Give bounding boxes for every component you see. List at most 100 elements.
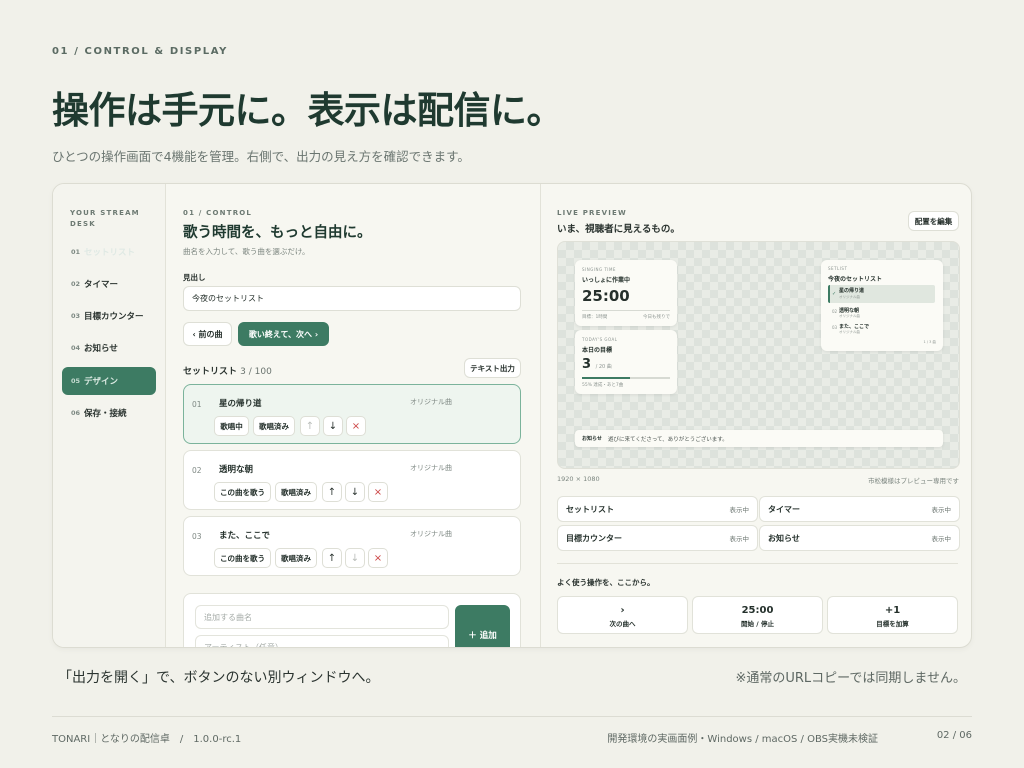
song-card[interactable]: 03 また、ここで オリジナル曲 この曲を歌う 歌唱済み ↑ ↓ × xyxy=(183,516,521,576)
sidebar-item-setlist[interactable]: 01 セットリスト xyxy=(62,238,156,266)
setlist-row-marker: 02 xyxy=(832,309,838,314)
slide-headline: 操作は手元に。表示は配信に。 xyxy=(52,89,564,132)
add-song-panel: 追加する曲名 アーティスト（任意） ＋ 追加 xyxy=(183,593,521,647)
quick-caption: 目標を加算 xyxy=(876,620,909,628)
delete-icon[interactable]: × xyxy=(368,548,388,568)
goal-widget-kicker: TODAY'S GOAL xyxy=(582,337,618,342)
sidebar-item-label: タイマー xyxy=(84,280,119,290)
goal-widget: TODAY'S GOAL 本日の目標 3 / 20 曲 55% 達成・あと7曲 xyxy=(575,330,677,394)
preview-kicker: LIVE PREVIEW xyxy=(557,209,627,217)
setlist-song-1-sub: オリジナル曲 xyxy=(839,295,860,299)
preview-note: 市松模様はプレビュー専用です xyxy=(868,477,959,485)
page-number: 02 / 06 xyxy=(936,730,972,741)
sidebar-item-goal-counter[interactable]: 03 目標カウンター xyxy=(62,302,156,330)
artist-input[interactable]: アーティスト（任意） xyxy=(195,635,449,647)
goal-progress-fill xyxy=(582,377,631,379)
control-kicker: 01 / CONTROL xyxy=(183,209,253,217)
goal-value-row: 3 / 20 曲 xyxy=(582,357,612,372)
singing-button[interactable]: 歌唱中 xyxy=(214,416,249,436)
timer-value: 25:00 xyxy=(582,287,630,305)
delete-icon[interactable]: × xyxy=(346,416,366,436)
setlist-current-marker: ✓ xyxy=(832,291,837,297)
setlist-widget-footer: 1 / 3 曲 xyxy=(923,340,936,344)
status-label: 目標カウンター xyxy=(566,533,622,543)
quick-goal-add-button[interactable]: +1 目標を加算 xyxy=(827,596,958,634)
status-state: 表示中 xyxy=(931,535,952,543)
song-number: 03 xyxy=(192,532,202,541)
setlist-song-3-sub: オリジナル曲 xyxy=(839,330,860,334)
setlist-song-2: 透明な朝 xyxy=(839,308,860,314)
setlist-label: セットリスト xyxy=(183,367,238,377)
quick-value: 25:00 xyxy=(741,605,774,616)
setlist-count: 3 / 100 xyxy=(240,367,272,377)
add-song-button[interactable]: ＋ 追加 xyxy=(455,605,510,647)
slide-subtitle: ひとつの操作画面で4機能を管理。右側で、出力の見え方を確認できます。 xyxy=(52,149,470,164)
sidebar-brand: YOUR STREAM DESK xyxy=(70,209,140,228)
quick-actions-label: よく使う操作を、ここから。 xyxy=(557,578,655,587)
goal-value: 3 xyxy=(582,357,592,372)
status-goal-counter[interactable]: 目標カウンター 表示中 xyxy=(557,525,758,551)
goal-unit: / 20 曲 xyxy=(595,364,612,370)
status-label: タイマー xyxy=(768,504,800,514)
timer-widget: SINGING TIME いっしょに作業中 25:00 目標：1時間 今日も残り… xyxy=(575,260,677,326)
sung-button[interactable]: 歌唱済み xyxy=(253,416,295,436)
setlist-widget-title: 今夜のセットリスト xyxy=(828,276,883,283)
timer-widget-kicker: SINGING TIME xyxy=(582,267,616,272)
status-setlist[interactable]: セットリスト 表示中 xyxy=(557,496,758,522)
sidebar-item-timer[interactable]: 02 タイマー xyxy=(62,270,156,298)
preview-canvas: SINGING TIME いっしょに作業中 25:00 目標：1時間 今日も残り… xyxy=(557,241,960,469)
divider xyxy=(557,563,958,564)
heading-input[interactable]: 今夜のセットリスト xyxy=(183,286,521,311)
status-timer[interactable]: タイマー 表示中 xyxy=(759,496,960,522)
text-export-button[interactable]: テキスト出力 xyxy=(464,358,521,378)
quick-timer-toggle-button[interactable]: 25:00 開始 / 停止 xyxy=(692,596,823,634)
prev-song-button[interactable]: ‹ 前の曲 xyxy=(183,322,232,346)
move-down-icon[interactable]: ↓ xyxy=(345,482,365,502)
song-card[interactable]: 02 透明な朝 オリジナル曲 この曲を歌う 歌唱済み ↑ ↓ × xyxy=(183,450,521,510)
sidebar-item-num: 05 xyxy=(71,377,81,385)
edit-layout-button[interactable]: 配置を編集 xyxy=(908,211,959,231)
song-number: 01 xyxy=(192,400,202,409)
quick-caption: 開始 / 停止 xyxy=(741,620,774,628)
status-label: お知らせ xyxy=(768,533,800,543)
sidebar-item-design[interactable]: 05 デザイン xyxy=(62,367,156,395)
sidebar-item-notice[interactable]: 04 お知らせ xyxy=(62,334,156,362)
timer-goal-note: 目標：1時間 xyxy=(582,315,608,320)
move-up-icon[interactable]: ↑ xyxy=(322,482,342,502)
finish-next-button[interactable]: 歌い終えて、次へ › xyxy=(238,322,329,346)
sing-this-button[interactable]: この曲を歌う xyxy=(214,548,271,568)
sung-button[interactable]: 歌唱済み xyxy=(275,482,317,502)
sidebar-item-label: お知らせ xyxy=(84,344,118,354)
song-origin: オリジナル曲 xyxy=(410,464,452,472)
song-number: 02 xyxy=(192,466,202,475)
status-notice[interactable]: お知らせ 表示中 xyxy=(759,525,960,551)
product-label: TONARI｜となりの配信卓 / 1.0.0-rc.1 xyxy=(52,734,242,745)
status-state: 表示中 xyxy=(729,506,750,514)
goal-progress-note: 55% 達成・あと7曲 xyxy=(582,383,624,388)
sing-this-button[interactable]: この曲を歌う xyxy=(214,482,271,502)
sidebar-item-label: セットリスト xyxy=(84,248,136,258)
sidebar-item-save-connect[interactable]: 06 保存・接続 xyxy=(62,399,156,427)
delete-icon[interactable]: × xyxy=(368,482,388,502)
move-down-icon[interactable]: ↓ xyxy=(345,548,365,568)
control-panel: 01 / CONTROL 歌う時間を、もっと自由に。 曲名を入力して、歌う曲を選… xyxy=(166,184,540,647)
status-label: セットリスト xyxy=(566,504,614,514)
setlist-song-3: また、ここで xyxy=(839,324,870,330)
quick-next-song-button[interactable]: › 次の曲へ xyxy=(557,596,688,634)
goal-progress-bar xyxy=(582,377,670,379)
song-name-input[interactable]: 追加する曲名 xyxy=(195,605,449,629)
quick-caption: 次の曲へ xyxy=(609,620,636,628)
song-title: 星の帰り道 xyxy=(219,399,262,409)
move-up-icon[interactable]: ↑ xyxy=(300,416,320,436)
setlist-song-1: 星の帰り道 xyxy=(839,288,865,294)
song-card[interactable]: 01 星の帰り道 オリジナル曲 歌唱中 歌唱済み ↑ ↓ × xyxy=(183,384,521,444)
setlist-heading: セットリスト 3 / 100 xyxy=(183,364,272,377)
sidebar-item-label: 目標カウンター xyxy=(84,312,144,322)
sidebar-item-label: デザイン xyxy=(84,377,119,387)
move-down-icon[interactable]: ↓ xyxy=(323,416,343,436)
heading-field-label: 見出し xyxy=(183,273,206,282)
sidebar-item-num: 04 xyxy=(71,344,81,352)
timer-right-note: 今日も残りで xyxy=(643,315,670,320)
move-up-icon[interactable]: ↑ xyxy=(322,548,342,568)
sung-button[interactable]: 歌唱済み xyxy=(275,548,317,568)
